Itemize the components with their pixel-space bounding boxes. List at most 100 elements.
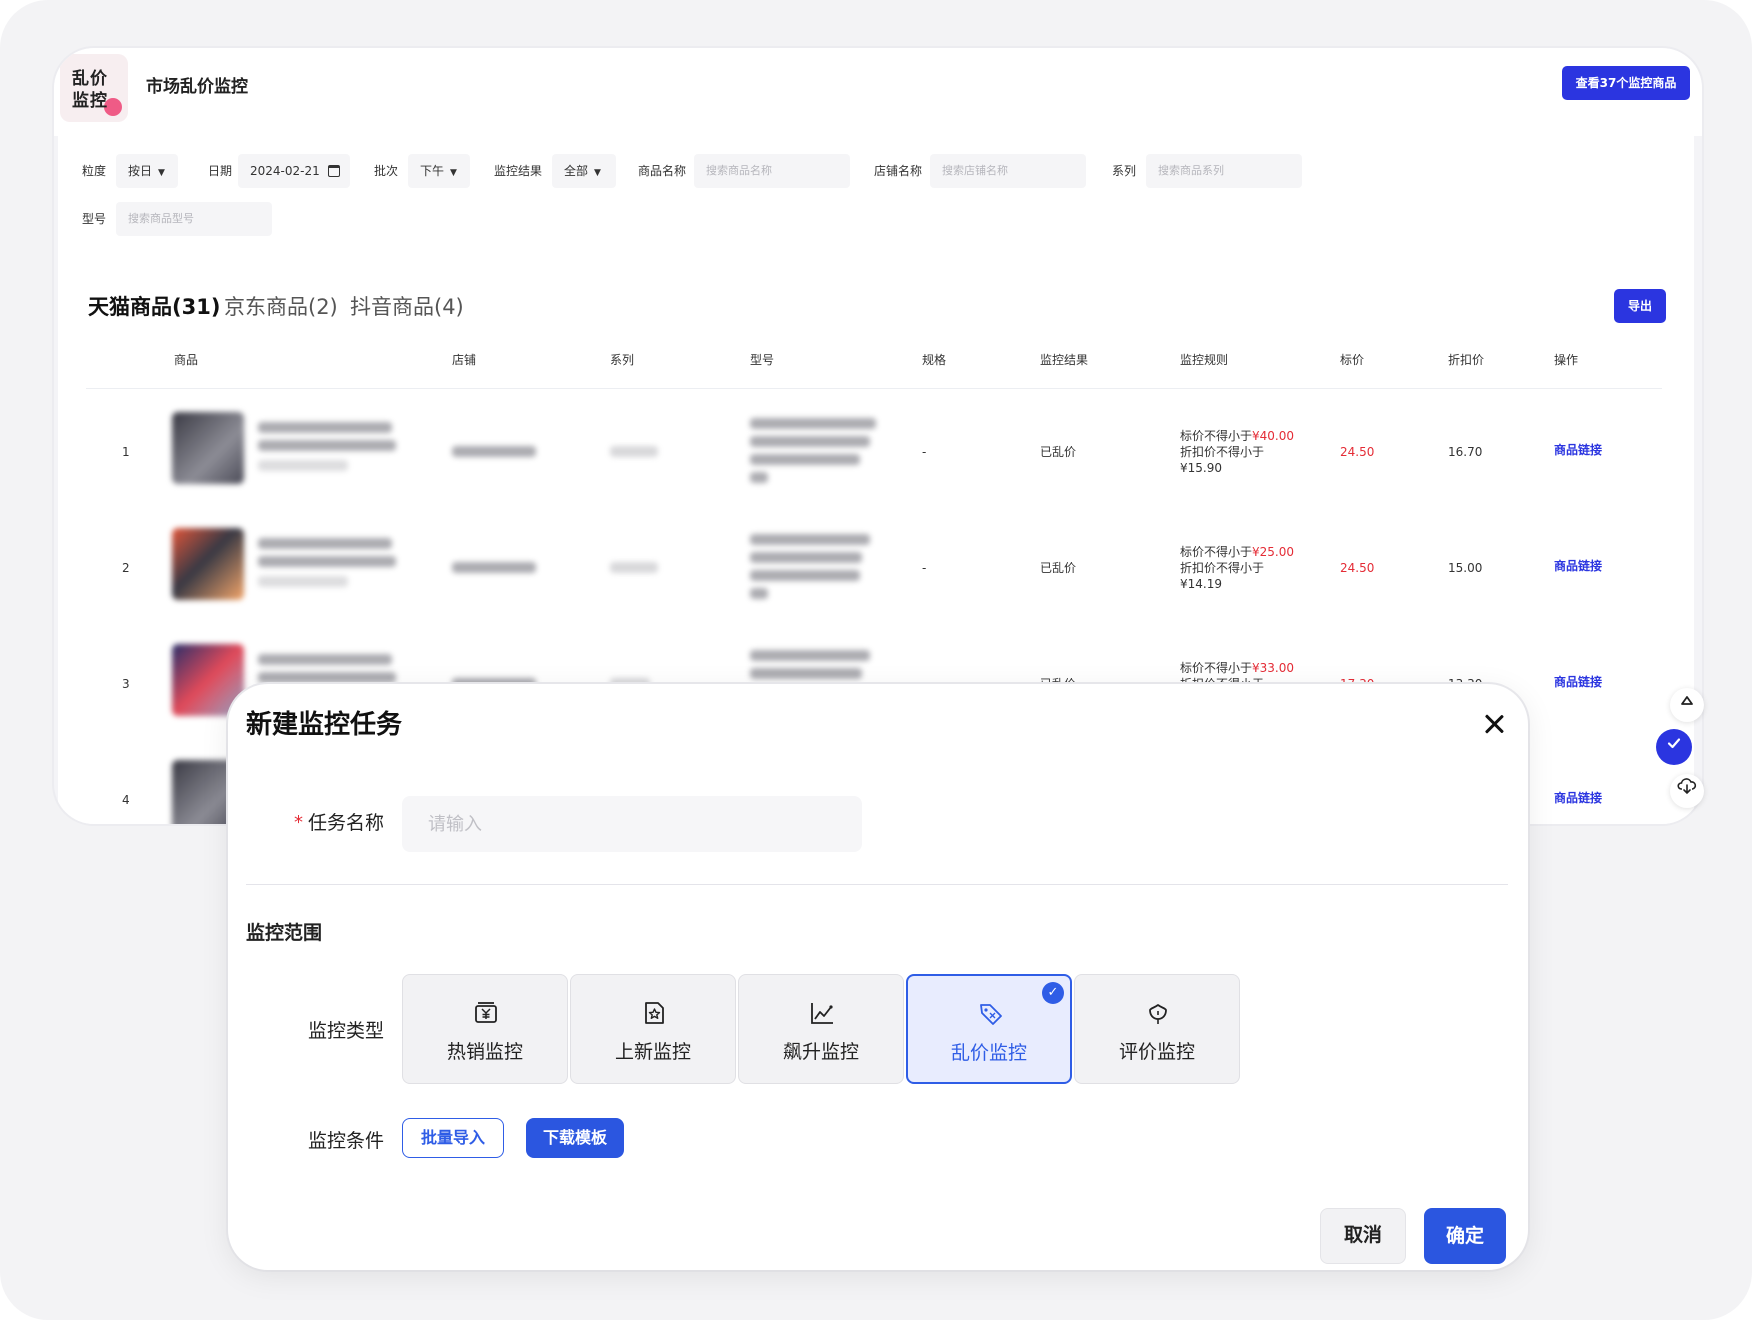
tab-douyin[interactable]: 抖音商品(4) — [350, 292, 464, 322]
row-rule: 标价不得小于¥25.00 折扣价不得小于 ¥14.19 — [1180, 544, 1294, 592]
required-asterisk: * — [294, 812, 303, 833]
view-monitored-products-button[interactable]: 查看37个监控商品 — [1562, 66, 1690, 100]
result-select[interactable]: 全部 ▼ — [552, 154, 616, 188]
app-header: 乱价监控 市场乱价监控 查看37个监控商品 — [54, 48, 1702, 136]
rule-price: ¥40.00 — [1252, 429, 1295, 443]
caret-down-icon: ▼ — [450, 168, 457, 178]
shop-name-input[interactable]: 搜索店铺名称 — [930, 154, 1086, 188]
date-picker[interactable]: 2024-02-21 — [238, 154, 350, 188]
date-label: 日期 — [208, 164, 233, 178]
blurred-model — [750, 436, 870, 447]
blurred-product-name — [258, 422, 392, 433]
selected-check-icon: ✓ — [1042, 982, 1064, 1004]
table-row: 1 - 已乱价 标价不得小于¥40.00 折扣价不得小于 ¥15.90 24.5… — [58, 404, 1694, 520]
blurred-model — [750, 418, 876, 429]
triangle-up-icon — [1681, 696, 1693, 705]
type-option-review[interactable]: 评价监控 — [1074, 974, 1240, 1084]
row-list-price: 24.50 — [1340, 445, 1375, 459]
download-template-button[interactable]: 下载模板 — [526, 1118, 624, 1158]
trend-chart-icon — [811, 1003, 833, 1024]
granularity-value: 按日 — [128, 164, 153, 178]
flower-icon — [1149, 1004, 1167, 1024]
product-link[interactable]: 商品链接 — [1554, 558, 1602, 574]
blurred-model — [750, 534, 870, 545]
row-index: 4 — [122, 793, 130, 807]
batch-import-button[interactable]: 批量导入 — [402, 1118, 504, 1158]
star-doc-icon — [645, 1002, 664, 1024]
type-label-text: 上新监控 — [614, 1041, 691, 1063]
rule-price: ¥25.00 — [1252, 545, 1295, 559]
series-input[interactable]: 搜索商品系列 — [1146, 154, 1302, 188]
row-rule: 标价不得小于¥40.00 折扣价不得小于 ¥15.90 — [1180, 428, 1294, 476]
granularity-select[interactable]: 按日 ▼ — [116, 154, 178, 188]
close-icon[interactable] — [1482, 712, 1506, 736]
rule-text: 标价不得小于 — [1180, 545, 1253, 559]
cloud-download-icon[interactable] — [1670, 774, 1704, 808]
row-index: 3 — [122, 677, 130, 691]
export-button[interactable]: 导出 — [1614, 289, 1666, 323]
monitor-type-label: 监控类型 — [308, 1020, 385, 1042]
rule-text: 标价不得小于 — [1180, 661, 1253, 675]
type-option-surge[interactable]: 飙升监控 — [738, 974, 904, 1084]
rule-price: ¥33.00 — [1252, 661, 1295, 675]
header-rule: 监控规则 — [1180, 353, 1229, 367]
task-name-label: 任务名称 — [308, 812, 385, 834]
blurred-model — [750, 588, 768, 599]
header-discount-price: 折扣价 — [1448, 353, 1485, 367]
row-index: 2 — [122, 561, 130, 575]
product-link[interactable]: 商品链接 — [1554, 442, 1602, 458]
confirm-button[interactable]: 确定 — [1424, 1208, 1506, 1264]
scope-section-title: 监控范围 — [246, 922, 323, 944]
yen-box-icon — [475, 1002, 497, 1023]
product-link[interactable]: 商品链接 — [1554, 674, 1602, 690]
scroll-top-icon[interactable] — [1670, 688, 1704, 722]
row-discount-price: 15.00 — [1448, 561, 1483, 575]
cancel-button[interactable]: 取消 — [1320, 1208, 1406, 1264]
app-logo: 乱价监控 — [60, 54, 128, 122]
cloud-download-glyph — [1677, 778, 1697, 795]
type-option-new-arrival[interactable]: 上新监控 — [570, 974, 736, 1084]
blurred-model — [750, 570, 860, 581]
product-name-input[interactable]: 搜索商品名称 — [694, 154, 850, 188]
blurred-product-name — [258, 440, 396, 451]
type-option-hot-sale[interactable]: 热销监控 — [402, 974, 568, 1084]
tab-tmall[interactable]: 天猫商品(31) — [88, 292, 220, 322]
checkmark-icon — [1667, 738, 1681, 749]
granularity-label: 粒度 — [82, 164, 107, 178]
product-name-label: 商品名称 — [638, 164, 687, 178]
task-name-input[interactable] — [402, 796, 862, 852]
series-label: 系列 — [1112, 164, 1137, 178]
blurred-model — [750, 668, 862, 679]
row-list-price: 24.50 — [1340, 561, 1375, 575]
caret-down-icon: ▼ — [594, 168, 601, 178]
logo-text: 乱价监控 — [72, 69, 108, 111]
blurred-product-meta — [258, 576, 348, 587]
header-shop: 店铺 — [452, 353, 477, 367]
blurred-product-name — [258, 556, 396, 567]
blurred-shop — [452, 446, 536, 457]
blurred-series — [610, 446, 658, 457]
calendar-icon — [328, 165, 340, 177]
blurred-product-meta — [258, 460, 348, 471]
row-spec: - — [922, 561, 927, 575]
blurred-model — [750, 650, 870, 661]
header-series: 系列 — [610, 353, 635, 367]
result-value: 全部 — [564, 164, 589, 178]
rule-price: ¥15.90 — [1180, 461, 1222, 475]
rule-text: 标价不得小于 — [1180, 429, 1253, 443]
table-row: 2 - 已乱价 标价不得小于¥25.00 折扣价不得小于 ¥14.19 24.5… — [58, 520, 1694, 636]
batch-select[interactable]: 下午 ▼ — [408, 154, 470, 188]
type-option-price-chaos[interactable]: 乱价监控 ✓ — [906, 974, 1072, 1084]
model-label: 型号 — [82, 212, 107, 226]
shop-name-label: 店铺名称 — [874, 164, 923, 178]
tab-jd[interactable]: 京东商品(2) — [224, 292, 338, 322]
price-tag-icon — [980, 1004, 1002, 1025]
type-label-text: 热销监控 — [446, 1041, 523, 1063]
product-link[interactable]: 商品链接 — [1554, 790, 1602, 806]
check-circle-icon[interactable] — [1656, 729, 1692, 765]
caret-down-icon: ▼ — [158, 168, 165, 178]
row-result: 已乱价 — [1040, 561, 1077, 575]
model-input[interactable]: 搜索商品型号 — [116, 202, 272, 236]
app-title: 市场乱价监控 — [146, 77, 248, 97]
result-label: 监控结果 — [494, 164, 543, 178]
